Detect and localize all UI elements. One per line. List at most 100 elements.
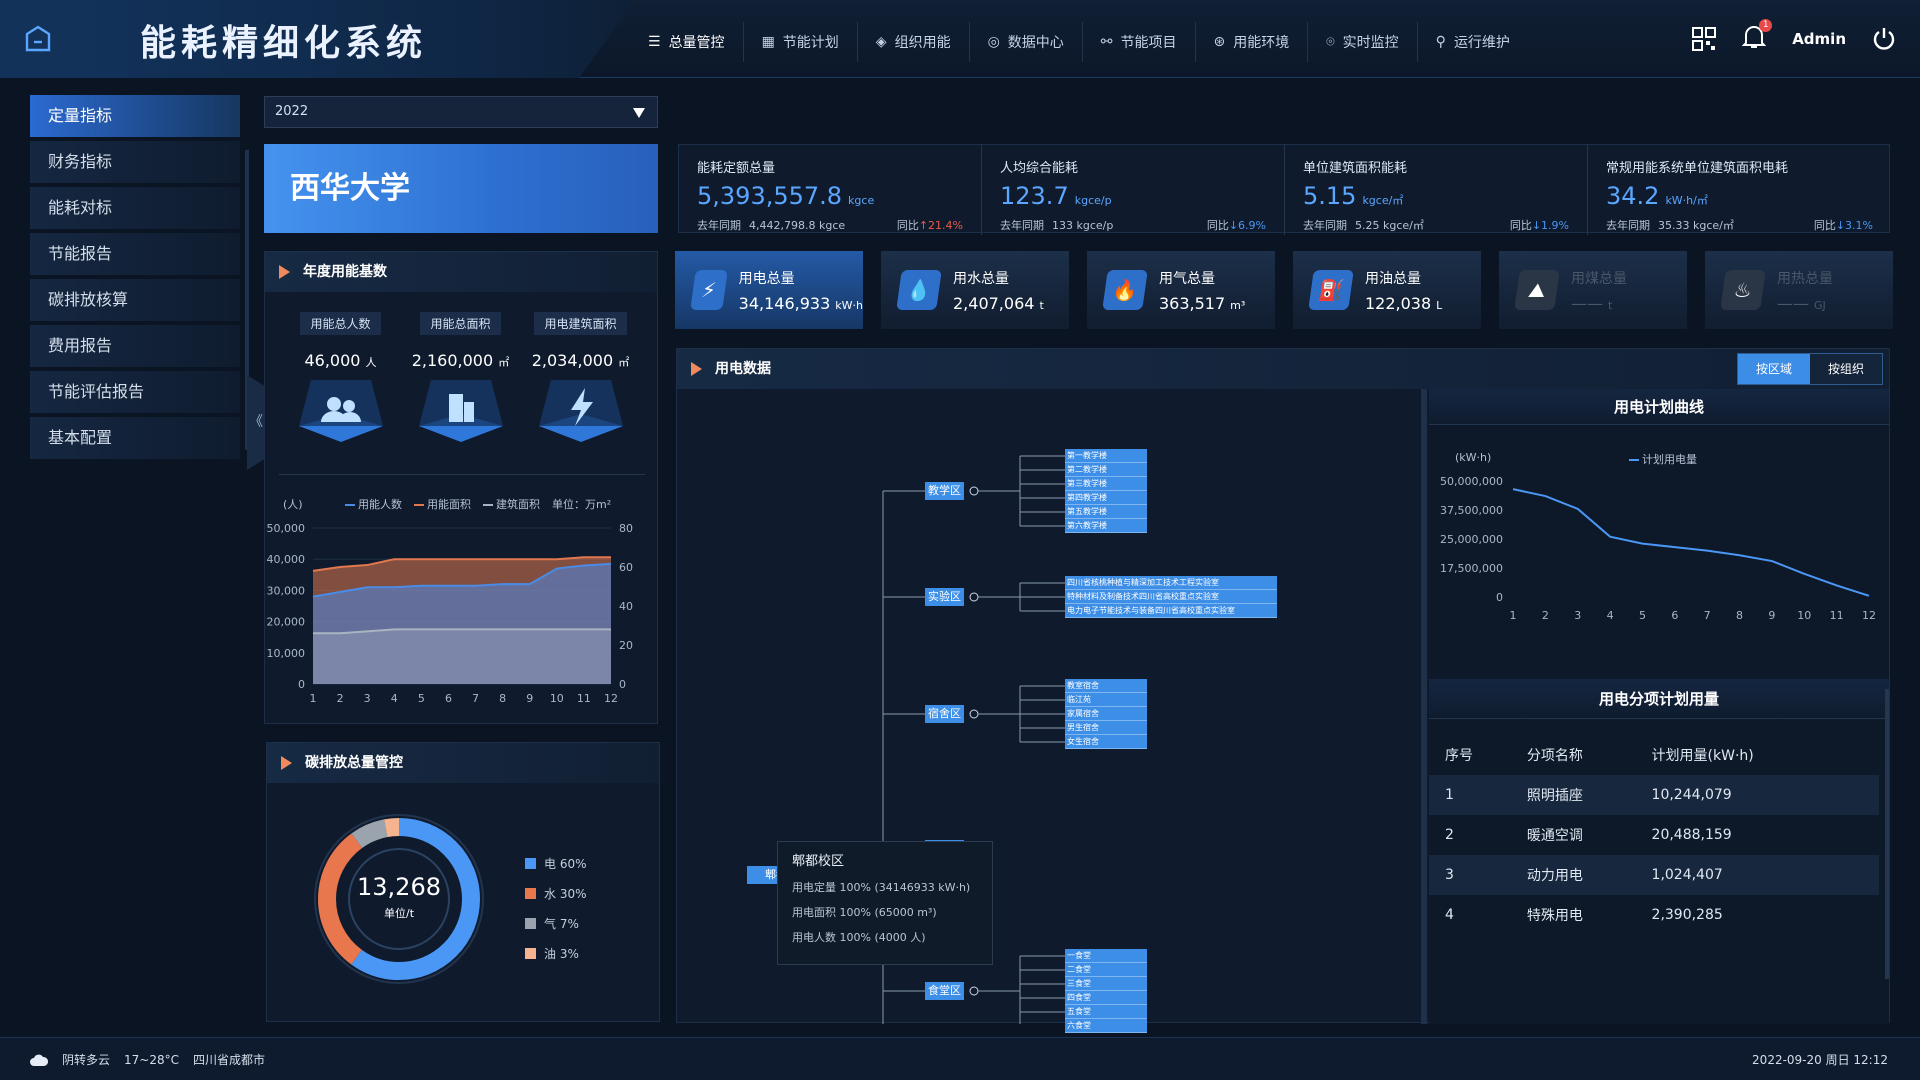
kpi-card: 单位建筑面积能耗 5.15 kgce/㎡ 去年同期 5.25 kgce/㎡ 同比↓1.9% xyxy=(1285,145,1588,235)
view-toggle: 按区域 按组织 xyxy=(1737,353,1883,385)
tree-zone-node[interactable]: 教学区 xyxy=(925,482,964,500)
carbon-center: 13,268 单位/t xyxy=(311,873,487,921)
sidebar-item-cost-report[interactable]: 费用报告 xyxy=(30,325,240,367)
table-row[interactable]: 1 照明插座 10,244,079 xyxy=(1429,775,1879,815)
nav-item-data-center[interactable]: ◎ 数据中心 xyxy=(970,22,1083,62)
tree-leaf-node[interactable]: 男生宿舍 xyxy=(1065,721,1147,735)
elec-data-panel: 用电数据 按区域 按组织 教学区 第一教学楼 第二教学楼 第三教学楼 第四教学楼 第五教学… xyxy=(676,348,1890,1033)
tooltip-title: 郫都校区 xyxy=(792,854,845,869)
utility-label: 用热总量 xyxy=(1777,270,1833,287)
sidebar-item-config[interactable]: 基本配置 xyxy=(30,417,240,459)
sidebar-item-quantitative[interactable]: 定量指标 xyxy=(30,95,240,137)
power-icon[interactable] xyxy=(1872,27,1896,51)
nav-item-operation[interactable]: ⚲ 运行维护 xyxy=(1418,22,1528,62)
plan-chart-legend: 计划用电量 xyxy=(1629,451,1697,467)
table-cell: 1,024,407 xyxy=(1651,867,1723,883)
people-icon xyxy=(298,380,383,442)
sidebar-item-saving-report[interactable]: 节能报告 xyxy=(30,233,240,275)
plan-chart-unit: (kW·h) xyxy=(1455,451,1492,464)
sidebar-item-assessment[interactable]: 节能评估报告 xyxy=(30,371,240,413)
tree-leaf-node[interactable]: 一食堂 xyxy=(1065,949,1147,963)
tree-leaf-node[interactable]: 第三教学楼 xyxy=(1065,477,1147,491)
utility-card[interactable]: 💧 用水总量 2,407,064 t xyxy=(881,251,1069,329)
carbon-unit: 单位/t xyxy=(383,907,415,920)
utility-card[interactable]: 🔥 用气总量 363,517 m³ xyxy=(1087,251,1275,329)
utility-card[interactable]: ⚡ 用电总量 34,146,933 kW·h xyxy=(675,251,863,329)
legend-swatch xyxy=(525,918,536,929)
y-left-tick: 40,000 xyxy=(267,553,306,566)
tree-leaf-node[interactable]: 第二教学楼 xyxy=(1065,463,1147,477)
double-chevron-left-icon: 《 xyxy=(249,414,263,430)
nav-item-saving-projects[interactable]: ⚯ 节能项目 xyxy=(1083,22,1196,62)
home-icon xyxy=(25,25,50,52)
tree-toggle-dot[interactable] xyxy=(969,709,979,719)
tree-zone-node[interactable]: 实验区 xyxy=(925,588,964,606)
tree-zone-node[interactable]: 食堂区 xyxy=(925,982,964,1000)
splitter[interactable] xyxy=(1421,389,1427,1024)
tree-leaf-node[interactable]: 教室宿舍 xyxy=(1065,679,1147,693)
x-tick: 6 xyxy=(1671,609,1678,622)
tree-leaf-group: 四川省核桃种植与精深加工技术工程实验室 特种材料及制备技术四川省高校重点实验室 电力… xyxy=(1065,576,1277,618)
tree-leaf-node[interactable]: 临江苑 xyxy=(1065,693,1147,707)
tree-zone-node[interactable]: 宿舍区 xyxy=(925,705,964,723)
x-tick: 4 xyxy=(1607,609,1614,622)
sidebar-item-carbon[interactable]: 碳排放核算 xyxy=(30,279,240,321)
tree-leaf-node[interactable]: 五食堂 xyxy=(1065,1005,1147,1019)
nav-item-total-control[interactable]: ☰ 总量管控 xyxy=(630,22,744,62)
carbon-panel-title: 碳排放总量管控 xyxy=(267,743,659,783)
y-left-tick: 10,000 xyxy=(267,647,306,660)
qr-code-icon[interactable] xyxy=(1692,27,1717,51)
y-tick: 37,500,000 xyxy=(1440,504,1503,517)
utility-card[interactable]: ⛰ 用煤总量 —— t xyxy=(1499,251,1687,329)
table-cell: 特殊用电 xyxy=(1526,908,1583,924)
tree-toggle-dot[interactable] xyxy=(969,486,979,496)
tree-leaf-node[interactable]: 特种材料及制备技术四川省高校重点实验室 xyxy=(1065,590,1277,604)
tree-leaf-node[interactable]: 第四教学楼 xyxy=(1065,491,1147,505)
tree-leaf-node[interactable]: 六食堂 xyxy=(1065,1019,1147,1033)
x-tick: 10 xyxy=(550,692,564,705)
dropdown-caret-icon xyxy=(633,108,645,118)
tree-leaf-node[interactable]: 第一教学楼 xyxy=(1065,449,1147,463)
nav-item-realtime-monitor[interactable]: ⌾ 实时监控 xyxy=(1308,22,1418,62)
arrow-down-icon: ↓ xyxy=(1228,219,1239,232)
table-cell: 1 xyxy=(1445,787,1454,803)
tree-leaf-node[interactable]: 四川省核桃种植与精深加工技术工程实验室 xyxy=(1065,576,1277,590)
table-row[interactable]: 2 暖通空调 20,488,159 xyxy=(1429,815,1879,855)
toggle-by-region[interactable]: 按区域 xyxy=(1738,354,1810,384)
nav-item-saving-plan[interactable]: ▦ 节能计划 xyxy=(744,22,858,62)
tree-leaf-node[interactable]: 第六教学楼 xyxy=(1065,519,1147,533)
tree-toggle-dot[interactable] xyxy=(969,986,979,996)
cloud-icon xyxy=(30,1054,48,1066)
arrow-up-icon: ↑ xyxy=(918,219,929,232)
table-header: 分项名称 xyxy=(1526,748,1583,764)
tree-leaf-node[interactable]: 四食堂 xyxy=(1065,991,1147,1005)
collapse-sidebar-handle[interactable]: 《 xyxy=(247,375,265,470)
notification-button[interactable]: 1 xyxy=(1741,19,1773,54)
nav-item-environment[interactable]: ⊛ 用能环境 xyxy=(1196,22,1309,62)
sidebar-item-benchmark[interactable]: 能耗对标 xyxy=(30,187,240,229)
table-row[interactable]: 4 特殊用电 2,390,285 xyxy=(1429,895,1879,935)
tree-toggle-dot[interactable] xyxy=(969,592,979,602)
tree-leaf-node[interactable]: 三食堂 xyxy=(1065,977,1147,991)
table-cell: 3 xyxy=(1445,867,1454,883)
kpi-value: 34.2 kW·h/㎡ xyxy=(1606,182,1708,210)
nav-item-org-energy[interactable]: ◈ 组织用能 xyxy=(858,22,970,62)
utility-label: 用水总量 xyxy=(953,270,1009,287)
user-name[interactable]: Admin xyxy=(1792,30,1846,48)
table-row[interactable]: 3 动力用电 1,024,407 xyxy=(1429,855,1879,895)
tree-leaf-node[interactable]: 第五教学楼 xyxy=(1065,505,1147,519)
y-left-tick: 20,000 xyxy=(267,616,306,629)
tree-leaf-node[interactable]: 女生宿舍 xyxy=(1065,735,1147,749)
year-select[interactable]: 2022 xyxy=(264,96,658,128)
tree-tooltip: 郫都校区 用电定量 100% (34146933 kW·h) 用电面积 100% (… xyxy=(777,841,993,965)
home-button[interactable] xyxy=(0,0,75,78)
utility-value: —— GJ xyxy=(1777,293,1826,313)
tree-leaf-node[interactable]: 家属宿舍 xyxy=(1065,707,1147,721)
toggle-by-org[interactable]: 按组织 xyxy=(1810,354,1882,384)
utility-card[interactable]: ⛽ 用油总量 122,038 L xyxy=(1293,251,1481,329)
utility-card[interactable]: ♨ 用热总量 —— GJ xyxy=(1705,251,1893,329)
tree-leaf-node[interactable]: 电力电子节能技术与装备四川省高校重点实验室 xyxy=(1065,604,1277,618)
sidebar-item-financial[interactable]: 财务指标 xyxy=(30,141,240,183)
table-scrollbar[interactable] xyxy=(1885,689,1889,979)
tree-leaf-node[interactable]: 二食堂 xyxy=(1065,963,1147,977)
